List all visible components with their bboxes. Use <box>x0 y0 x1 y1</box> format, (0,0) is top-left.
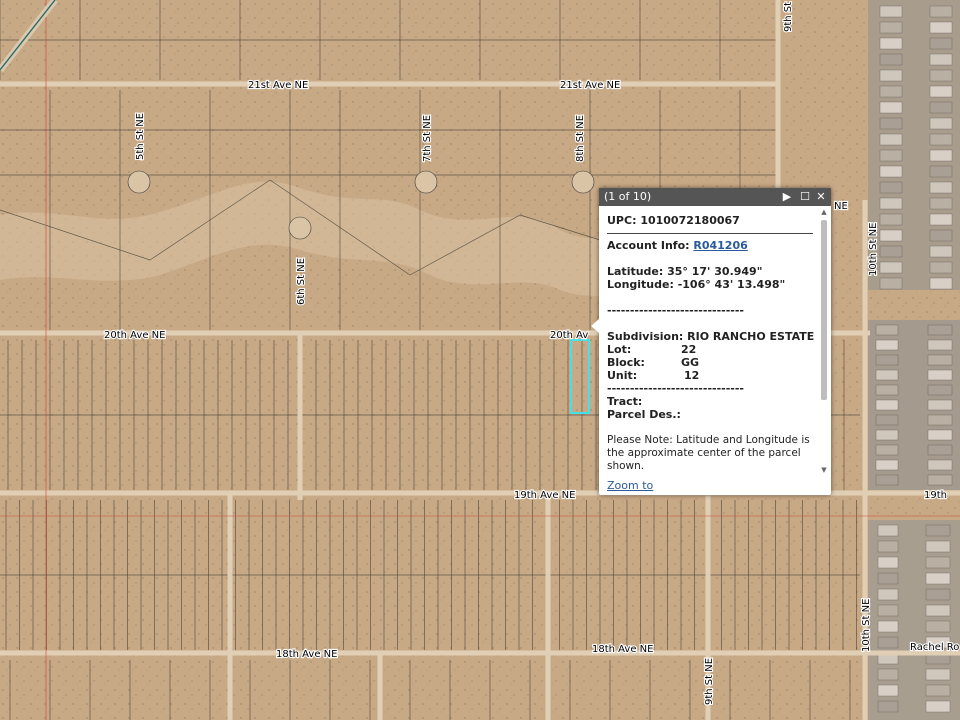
unit-label: Unit: <box>607 369 638 382</box>
road-label-20th-ave-right: 20th Av <box>550 330 588 341</box>
parcel-des-text: Parcel Des.: <box>607 408 681 421</box>
scrollbar-thumb[interactable] <box>821 220 827 400</box>
road-label-rachel: Rachel Ro <box>910 642 959 653</box>
upc-label: UPC: <box>607 214 637 227</box>
zoom-to-link[interactable]: Zoom to <box>607 479 653 492</box>
popup-scrollbar[interactable]: ▲ ▼ <box>820 208 828 474</box>
account-label: Account Info: <box>607 239 690 252</box>
latitude-text: Latitude: 35° 17' 30.949" <box>607 265 763 278</box>
upc-row: UPC: 1010072180067 <box>607 214 740 227</box>
longitude-text: Longitude: -106° 43' 13.498" <box>607 278 786 291</box>
road-label-ne: NE <box>834 201 848 212</box>
parcel-info-popup[interactable]: (1 of 10) ▶ ☐ ✕ UPC: 1010072180067 Accou… <box>591 188 831 495</box>
next-result-icon[interactable]: ▶ <box>780 189 794 205</box>
road-label-18th-ave-right: 18th Ave NE <box>592 644 653 655</box>
separator-1: ------------------------------ <box>607 304 744 317</box>
scroll-down-icon[interactable]: ▼ <box>820 466 828 474</box>
unit-value: 12 <box>684 369 700 382</box>
road-label-8th-st: 8th St NE <box>575 115 586 162</box>
road-label-20th-ave-left: 20th Ave NE <box>104 330 165 341</box>
road-label-9th-st-top: 9th St <box>783 2 794 32</box>
upc-value: 1010072180067 <box>640 214 740 227</box>
lot-row: Lot: 22 <box>607 343 696 356</box>
account-link[interactable]: R041206 <box>693 239 747 252</box>
road-label-19th-ave: 19th Ave NE <box>514 490 575 501</box>
road-label-19th-right: 19th <box>924 490 947 501</box>
road-label-9th-st-bottom: 9th St NE <box>704 658 715 705</box>
account-row: Account Info: R041206 <box>607 239 748 252</box>
road-label-21st-ave-left: 21st Ave NE <box>248 80 308 91</box>
lot-label: Lot: <box>607 343 632 356</box>
note-line-2: the approximate center of the parcel <box>607 447 801 459</box>
block-row: Block: GG <box>607 356 699 369</box>
block-value: GG <box>681 356 700 369</box>
popup-pointer <box>591 319 599 333</box>
separator-2: ------------------------------ <box>607 382 744 395</box>
road-label-21st-ave-right: 21st Ave NE <box>560 80 620 91</box>
tract-text: Tract: <box>607 395 643 408</box>
road-label-7th-st: 7th St NE <box>422 115 433 162</box>
subdivision-text: Subdivision: RIO RANCHO ESTATES <box>607 330 815 343</box>
road-label-10th-st-lower: 10th St NE <box>861 599 872 652</box>
popup-result-counter: (1 of 10) <box>604 190 652 203</box>
note-line-3: shown. <box>607 460 645 472</box>
popup-divider <box>607 233 813 234</box>
close-icon[interactable]: ✕ <box>814 189 828 205</box>
note-line-1: Please Note: Latitude and Longitude is <box>607 434 810 446</box>
road-label-5th-st: 5th St NE <box>135 113 146 160</box>
popup-content: UPC: 1010072180067 Account Info: R041206… <box>607 212 815 482</box>
road-label-18th-ave-left: 18th Ave NE <box>276 649 337 660</box>
scroll-up-icon[interactable]: ▲ <box>820 208 828 216</box>
maximize-icon[interactable]: ☐ <box>798 189 812 205</box>
popup-titlebar: (1 of 10) ▶ ☐ ✕ <box>599 188 831 206</box>
unit-row: Unit: 12 <box>607 369 699 382</box>
block-label: Block: <box>607 356 645 369</box>
lot-value: 22 <box>681 343 697 356</box>
road-label-6th-st: 6th St NE <box>296 258 307 305</box>
road-label-10th-st-upper: 10th St NE <box>868 223 879 276</box>
